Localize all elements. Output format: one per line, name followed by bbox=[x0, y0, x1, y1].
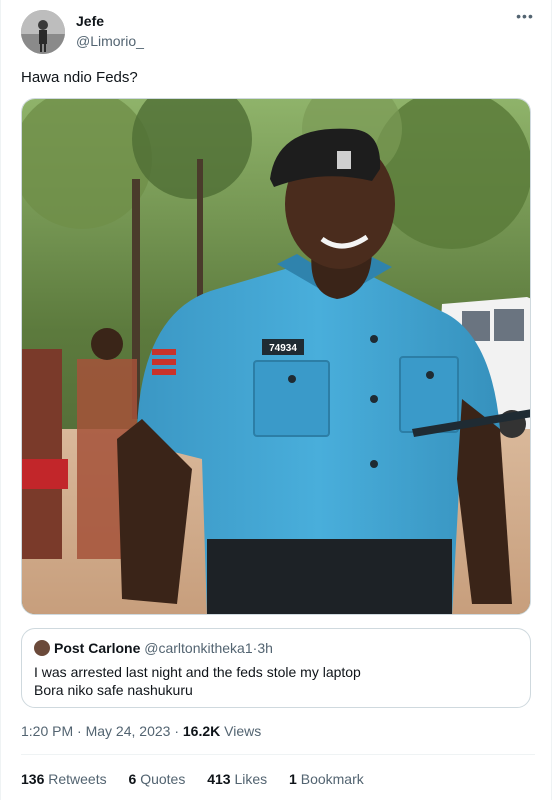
retweets-count: 136 bbox=[21, 771, 45, 787]
bookmarks-count: 1 bbox=[289, 771, 297, 787]
quotes-stat[interactable]: 6 Quotes bbox=[129, 771, 186, 787]
quotes-label: Quotes bbox=[140, 771, 186, 787]
quoted-author-name: Post Carlone bbox=[54, 640, 141, 656]
meta-separator: · bbox=[174, 723, 179, 739]
quoted-time: 3h bbox=[257, 640, 273, 656]
tweet-photo[interactable]: 74934 bbox=[21, 98, 531, 615]
avatar bbox=[34, 640, 50, 656]
badge-number: 74934 bbox=[269, 343, 297, 354]
tweet-time[interactable]: 1:20 PM bbox=[21, 723, 73, 739]
retweets-label: Retweets bbox=[48, 771, 107, 787]
quoted-text-line-2: Bora niko safe nashukuru bbox=[34, 682, 193, 698]
quoted-author-handle: @carltonkitheka1 bbox=[144, 640, 253, 656]
views-label: Views bbox=[224, 723, 262, 739]
quotes-count: 6 bbox=[128, 771, 137, 787]
tweet-meta: 1:20 PM · May 24, 2023 · 16.2K Views bbox=[21, 722, 261, 740]
quoted-tweet[interactable]: Post Carlone @carltonkitheka1·3h I was a… bbox=[21, 628, 531, 708]
tweet-container: Jefe @Limorio_ ••• Hawa ndio Feds? 74934… bbox=[0, 0, 552, 800]
author-display-name[interactable]: Jefe bbox=[76, 12, 144, 30]
quoted-text-line-1: I was arrested last night and the feds s… bbox=[34, 664, 361, 680]
tweet-date[interactable]: May 24, 2023 bbox=[86, 723, 171, 739]
divider bbox=[21, 754, 535, 755]
author-names: Jefe @Limorio_ bbox=[76, 12, 144, 50]
bookmarks-stat[interactable]: 1 Bookmark bbox=[289, 771, 364, 787]
quoted-tweet-header: Post Carlone @carltonkitheka1·3h bbox=[34, 639, 273, 657]
engagement-stats: 136 Retweets 6 Quotes 413 Likes 1 Bookma… bbox=[21, 770, 382, 788]
more-horizontal-icon[interactable]: ••• bbox=[515, 9, 535, 30]
tweet-text: Hawa ndio Feds? bbox=[21, 69, 138, 86]
tweet-header: Jefe @Limorio_ ••• bbox=[21, 9, 535, 54]
meta-separator: · bbox=[77, 723, 82, 739]
bookmarks-label: Bookmark bbox=[300, 771, 364, 787]
author-avatar[interactable] bbox=[21, 10, 65, 54]
retweets-stat[interactable]: 136 Retweets bbox=[21, 771, 107, 787]
views-count: 16.2K bbox=[182, 723, 221, 739]
likes-stat[interactable]: 413 Likes bbox=[207, 771, 267, 787]
author-handle[interactable]: @Limorio_ bbox=[76, 32, 144, 50]
likes-label: Likes bbox=[234, 771, 268, 787]
likes-count: 413 bbox=[207, 771, 231, 787]
